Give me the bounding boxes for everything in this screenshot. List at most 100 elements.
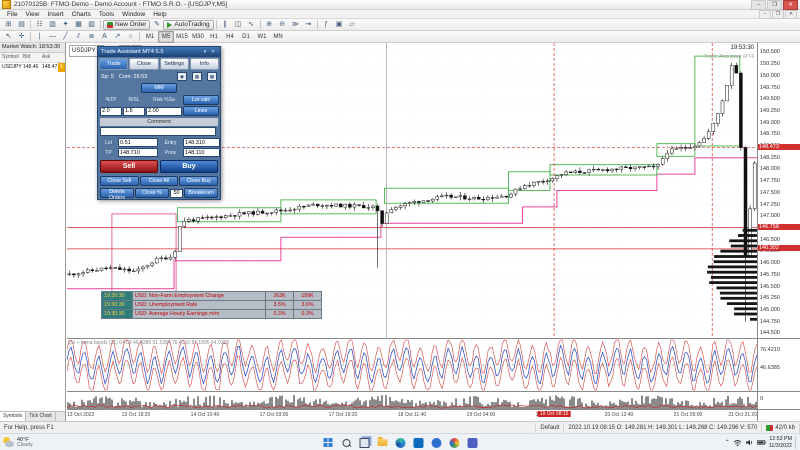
metaeditor-icon[interactable]: ✎ <box>150 19 163 31</box>
lock-icon[interactable]: ▩ <box>207 72 217 81</box>
window-restore-button[interactable]: ❐ <box>767 0 782 10</box>
weather-widget[interactable]: 40°F Cloudy <box>3 435 33 450</box>
market-watch-icon[interactable]: ☷ <box>33 19 46 31</box>
lines-button[interactable]: Lines <box>183 106 219 116</box>
time-axis[interactable]: 13 Oct 202213 Oct 18:2014 Oct 10:4017 Oc… <box>67 410 757 421</box>
menu-tools[interactable]: Tools <box>95 11 118 18</box>
show-desktop-button[interactable] <box>795 436 798 449</box>
channel-icon[interactable]: ⫽ <box>72 31 85 43</box>
status-template[interactable]: Default <box>536 423 564 433</box>
tp-percent-input[interactable] <box>100 107 122 116</box>
window-close-button[interactable]: ✕ <box>783 0 798 10</box>
price-value[interactable]: 148.110 <box>183 148 220 157</box>
lot-calc-button[interactable]: Lot calc <box>183 95 219 105</box>
trade-panel-collapse-icon[interactable]: ▾ <box>201 49 209 55</box>
timeframe-m1[interactable]: M1 <box>142 31 158 43</box>
tab-settings[interactable]: Settings <box>160 58 189 70</box>
horizontal-line-icon[interactable]: — <box>46 31 59 43</box>
timeframe-mn[interactable]: MN <box>270 31 286 43</box>
chart-line-icon[interactable]: ∿ <box>245 19 258 31</box>
volume-icon[interactable] <box>745 438 754 447</box>
chart-restore-button[interactable]: ❐ <box>772 10 784 19</box>
sell-button[interactable]: Sell <box>100 160 158 173</box>
mm-button[interactable]: MM <box>141 83 177 93</box>
close-percent-button[interactable]: Close % <box>135 188 169 198</box>
profiles-icon[interactable]: ▤ <box>15 19 28 31</box>
trendline-icon[interactable]: ╱ <box>59 31 72 43</box>
mail-button[interactable] <box>430 436 443 449</box>
chart-close-button[interactable]: ✕ <box>785 10 797 19</box>
market-watch-row-usdjpy[interactable]: USDJPY 148.46 148.47 5 <box>0 63 65 72</box>
window-minimize-button[interactable]: – <box>751 0 766 10</box>
tab-trade[interactable]: Trade <box>99 58 128 70</box>
sl-ratio-input[interactable] <box>123 107 145 116</box>
menu-insert[interactable]: Insert <box>43 11 67 18</box>
strategy-tester-icon[interactable]: ▧ <box>85 19 98 31</box>
file-explorer-button[interactable] <box>376 436 389 449</box>
price-chart-pane[interactable]: USDJPY ▾ ◂ ▸ 19:53:30 Trade Assistant MT… <box>67 43 757 339</box>
trade-panel-close-icon[interactable]: ✕ <box>209 49 217 55</box>
autotrading-button[interactable]: AutoTrading <box>163 20 213 30</box>
autoscroll-icon[interactable]: ≫ <box>289 19 302 31</box>
calculator-icon[interactable]: ▦ <box>192 72 202 81</box>
crosshair-icon[interactable]: ✛ <box>15 31 28 43</box>
arrow-tool-icon[interactable]: ↗ <box>111 31 124 43</box>
wifi-icon[interactable] <box>733 438 742 447</box>
tab-close[interactable]: Close <box>129 58 158 70</box>
comment-input[interactable] <box>100 127 216 136</box>
templates-icon[interactable]: ▱ <box>346 19 359 31</box>
indicators-icon[interactable]: ƒ <box>320 19 333 31</box>
timeframe-d1[interactable]: D1 <box>238 31 254 43</box>
tile-windows-icon[interactable]: ▣ <box>333 19 346 31</box>
vertical-line-icon[interactable]: ∣ <box>33 31 46 43</box>
new-order-button[interactable]: New Order <box>103 20 150 30</box>
trade-panel-titlebar[interactable]: Trade Assistant MT4 5.5 ▾ ✕ <box>98 47 220 57</box>
start-button[interactable] <box>322 436 335 449</box>
timeframe-h4[interactable]: H4 <box>222 31 238 43</box>
timeframe-m30[interactable]: M30 <box>190 31 206 43</box>
fibonacci-icon[interactable]: ≣ <box>85 31 98 43</box>
chart-minimize-button[interactable]: – <box>759 10 771 19</box>
menu-file[interactable]: File <box>3 11 21 18</box>
zoom-out-icon[interactable]: ⊖ <box>276 19 289 31</box>
timeframe-m15[interactable]: M15 <box>174 31 190 43</box>
menu-charts[interactable]: Charts <box>68 11 95 18</box>
cursor-icon[interactable]: ↖ <box>2 31 15 43</box>
breakeven-button[interactable]: Breakeven <box>184 188 218 198</box>
shapes-icon[interactable]: ○ <box>124 31 137 43</box>
indicator-pane-1[interactable]: cci + lwma bands (21) 64.09 46.6385 51.5… <box>67 339 757 392</box>
risk-input[interactable] <box>146 107 182 116</box>
search-button[interactable] <box>340 436 353 449</box>
chart-bars-icon[interactable]: ∥ <box>219 19 232 31</box>
menu-help[interactable]: Help <box>149 11 170 18</box>
tab-tick-chart[interactable]: Tick Chart <box>26 412 56 421</box>
photos-button[interactable] <box>448 436 461 449</box>
task-view-button[interactable] <box>358 436 371 449</box>
entry-value[interactable]: 148.310 <box>183 138 220 147</box>
taskbar-clock[interactable]: 12:53 PM 11/3/2022 <box>769 436 792 448</box>
edge-button[interactable] <box>394 436 407 449</box>
chart-candles-icon[interactable]: ◫ <box>232 19 245 31</box>
delete-orders-button[interactable]: Delete Orders <box>100 188 134 198</box>
tab-symbols[interactable]: Symbols <box>0 412 26 421</box>
zoom-in-icon[interactable]: ⊕ <box>263 19 276 31</box>
battery-icon[interactable] <box>757 438 766 447</box>
terminal-icon[interactable]: ▦ <box>72 19 85 31</box>
data-window-icon[interactable]: ▥ <box>46 19 59 31</box>
timeframe-h1[interactable]: H1 <box>206 31 222 43</box>
text-tool-icon[interactable]: A <box>98 31 111 43</box>
navigator-icon[interactable]: ✦ <box>59 19 72 31</box>
close-buy-button[interactable]: Close Buy <box>179 176 218 186</box>
tray-chevron-icon[interactable]: ⌃ <box>725 439 730 446</box>
indicator-pane-2[interactable] <box>67 392 757 410</box>
new-chart-icon[interactable]: ⊞ <box>2 19 15 31</box>
timeframe-m5[interactable]: M5 <box>158 31 174 43</box>
close-all-button[interactable]: Close All <box>140 176 179 186</box>
buy-button[interactable]: Buy <box>160 160 218 173</box>
teams-button[interactable] <box>466 436 479 449</box>
close-percent-input[interactable] <box>170 189 183 198</box>
timeframe-w1[interactable]: W1 <box>254 31 270 43</box>
store-button[interactable] <box>412 436 425 449</box>
menu-window[interactable]: Window <box>118 11 149 18</box>
price-scale[interactable]: 150.500150.250150.000149.750149.500149.2… <box>757 43 800 421</box>
